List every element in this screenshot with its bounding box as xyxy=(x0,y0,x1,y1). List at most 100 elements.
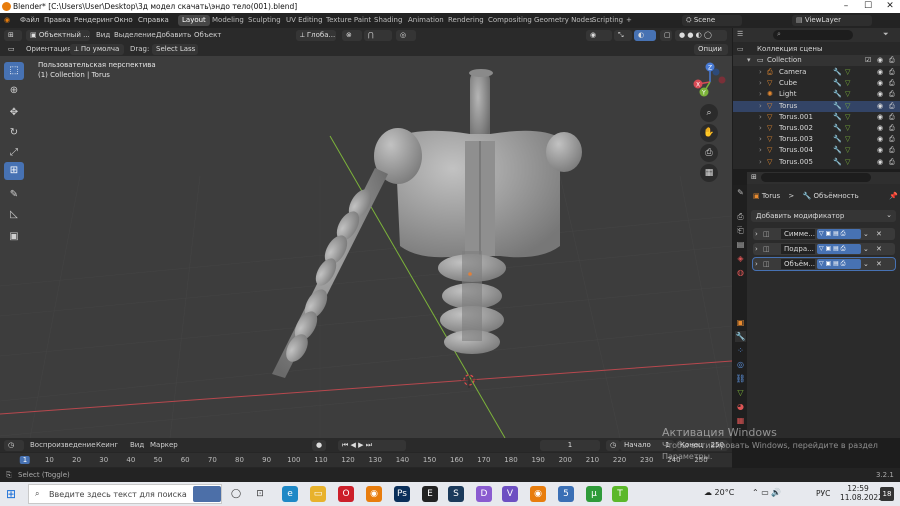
eye-icon[interactable]: ◉ xyxy=(877,158,883,166)
world-tab-icon[interactable]: ◍ xyxy=(735,267,746,278)
proportional-editing-button[interactable]: ◎ xyxy=(396,29,416,41)
gizmo-toggle[interactable]: ⤡ xyxy=(614,29,632,41)
blender-alt-icon[interactable]: ◉ xyxy=(530,486,546,502)
tab-rendering[interactable]: Rendering xyxy=(444,15,488,26)
filter-icon[interactable]: ⏷ xyxy=(883,30,889,39)
modifier-name-field[interactable]: Подра... xyxy=(781,244,815,254)
expand-arrow-icon[interactable]: › xyxy=(759,90,762,98)
render-camera-icon[interactable]: ⎙ xyxy=(889,146,895,155)
navigation-gizmo[interactable]: Z X Y ⌕ ✋ ⎙ ▦ xyxy=(690,62,730,182)
pin-icon[interactable]: 📌 xyxy=(889,192,898,200)
perspective-toggle[interactable]: ▦ xyxy=(700,164,718,182)
epic-games-icon[interactable]: E xyxy=(422,486,438,502)
menu-timeline-view[interactable]: Вид xyxy=(130,441,144,449)
scene-selector[interactable]: ⛭ Scene xyxy=(682,15,742,26)
outliner-item[interactable]: › ▽ Torus.002 🔧 ▽ ◉ ⎙ xyxy=(733,123,900,134)
render-camera-icon[interactable]: ⎙ xyxy=(889,79,895,88)
eye-icon[interactable]: ◉ xyxy=(877,113,883,121)
tab-sculpting[interactable]: Sculpting xyxy=(244,15,285,26)
expand-arrow-icon[interactable]: › xyxy=(759,102,762,110)
chevron-right-icon[interactable]: › xyxy=(755,230,758,238)
clock[interactable]: 12:59 11.08.2022 xyxy=(840,484,883,502)
render-tab-icon[interactable]: ⎙ xyxy=(735,211,746,222)
viber-icon[interactable]: V xyxy=(502,486,518,502)
edge-icon[interactable]: e xyxy=(282,486,298,502)
view-layer-tab-icon[interactable]: ▤ xyxy=(735,239,746,250)
widgets-icon[interactable]: ⊡ xyxy=(252,486,268,502)
outliner-item[interactable]: › ▽ Torus.003 🔧 ▽ ◉ ⎙ xyxy=(733,134,900,145)
photoshop-icon[interactable]: Ps xyxy=(394,486,410,502)
cursor-tool[interactable]: ⊕ xyxy=(4,82,24,100)
task-view-icon[interactable]: ◯ xyxy=(228,486,244,502)
eye-icon[interactable]: ◉ xyxy=(877,102,883,110)
menu-marker[interactable]: Маркер xyxy=(150,441,178,449)
orientation-dropdown[interactable]: ⟂ По умолча xyxy=(70,43,124,55)
timeline-ruler[interactable]: 1 10 20 30 40 50 60 70 80 90 100 110 120 130 140 150 160… xyxy=(0,453,732,467)
outliner-item[interactable]: › ▽ Torus 🔧 ▽ ◉ ⎙ xyxy=(733,100,900,112)
render-camera-icon[interactable]: ⎙ xyxy=(889,124,895,133)
tab-modeling[interactable]: Modeling xyxy=(208,15,248,26)
outliner-item[interactable]: › ⎙ Camera 🔧 ▽ ◉ ⎙ xyxy=(733,67,900,78)
menu-select[interactable]: Выделение xyxy=(114,31,156,39)
blender-taskbar-icon[interactable]: ◉ xyxy=(366,486,382,502)
pan-button[interactable]: ✋ xyxy=(700,124,718,142)
utorrent-icon[interactable]: μ xyxy=(586,486,602,502)
expand-arrow-icon[interactable]: › xyxy=(759,113,762,121)
modifier-toggle-icons[interactable]: ▽ ▣ ▤ ⎙ xyxy=(817,244,861,254)
tab-animation[interactable]: Animation xyxy=(404,15,448,26)
options-dropdown[interactable]: Опции xyxy=(694,43,728,55)
current-frame-field[interactable]: 1 xyxy=(540,439,600,451)
outliner-search-input[interactable]: ⌕ xyxy=(773,30,853,40)
snap-button[interactable]: ⋂ xyxy=(364,29,392,41)
expand-arrow-icon[interactable]: › xyxy=(759,68,762,76)
modifier-toggle-icons[interactable]: ▽ ▣ ▤ ⎙ xyxy=(817,259,861,269)
modifier-panel[interactable]: › ◫ Объём... ▽ ▣ ▤ ⎙ ⌄ ✕ xyxy=(752,257,896,271)
timeline-editor-type[interactable]: ◷ xyxy=(4,439,24,451)
app-t-icon[interactable]: T xyxy=(612,486,628,502)
language-indicator[interactable]: РУС xyxy=(816,489,830,498)
add-modifier-button[interactable]: Добавить модификатор ⌄ xyxy=(751,210,896,222)
tab-shading[interactable]: Shading xyxy=(370,15,406,26)
scale-tool[interactable]: ⤢ xyxy=(4,144,24,162)
data-tab-icon[interactable]: ▽ xyxy=(735,387,746,398)
transform-orientation-selector[interactable]: ⟂ Глоба... xyxy=(296,29,336,41)
eye-icon[interactable]: ◉ xyxy=(877,56,883,64)
windows-start-icon[interactable]: ⊞ xyxy=(6,488,18,500)
shading-modes[interactable]: ● ● ◐ ◯ xyxy=(675,29,727,41)
measure-tool[interactable]: ◺ xyxy=(4,206,24,224)
render-camera-icon[interactable]: ⎙ xyxy=(889,113,895,122)
record-button[interactable]: ● xyxy=(312,439,326,451)
tab-geometry-nodes[interactable]: Geometry Nodes xyxy=(530,15,597,26)
scene-tab-icon[interactable]: ◈ xyxy=(735,253,746,264)
render-camera-icon[interactable]: ⎙ xyxy=(889,102,895,111)
eye-icon[interactable]: ◉ xyxy=(877,68,883,76)
tab-uv-editing[interactable]: UV Editing xyxy=(282,15,327,26)
move-tool[interactable]: ✥ xyxy=(4,104,24,122)
annotate-tool[interactable]: ✎ xyxy=(4,186,24,204)
expand-arrow-icon[interactable]: › xyxy=(759,146,762,154)
maximize-button[interactable]: ☐ xyxy=(858,0,878,13)
outliner-scene-collection[interactable]: ▭ Коллекция сцены xyxy=(733,44,900,55)
add-cube-tool[interactable]: ▣ xyxy=(4,228,24,246)
modifier-panel[interactable]: › ◫ Симме... ▽ ▣ ▤ ⎙ ⌄ ✕ xyxy=(753,228,895,240)
notification-badge[interactable]: 18 xyxy=(880,487,894,501)
constraints-tab-icon[interactable]: ⛓ xyxy=(735,373,746,384)
close-icon[interactable]: ✕ xyxy=(876,260,882,268)
file-explorer-icon[interactable]: ▭ xyxy=(310,486,326,502)
app-5-icon[interactable]: 5 xyxy=(558,486,574,502)
menu-view[interactable]: Вид xyxy=(96,31,110,39)
outliner-item[interactable]: › ▽ Torus.004 🔧 ▽ ◉ ⎙ xyxy=(733,145,900,156)
render-camera-icon[interactable]: ⎙ xyxy=(889,158,895,167)
expand-arrow-icon[interactable]: › xyxy=(759,124,762,132)
chevron-down-icon[interactable]: ⌄ xyxy=(863,260,869,268)
minimize-button[interactable]: – xyxy=(836,0,856,13)
modifier-toggle-icons[interactable]: ▽ ▣ ▤ ⎙ xyxy=(817,229,861,239)
menu-render[interactable]: Рендеринг xyxy=(74,16,114,24)
object-tab-icon[interactable]: ▣ xyxy=(735,317,746,328)
close-icon[interactable]: ✕ xyxy=(876,245,882,253)
outliner-item[interactable]: › ▽ Torus.001 🔧 ▽ ◉ ⎙ xyxy=(733,112,900,123)
render-camera-icon[interactable]: ⎙ xyxy=(889,90,895,99)
view-layer-selector[interactable]: ▤ ViewLayer xyxy=(792,15,872,26)
eye-icon[interactable]: ◉ xyxy=(877,146,883,154)
particles-tab-icon[interactable]: ⁘ xyxy=(735,345,746,356)
